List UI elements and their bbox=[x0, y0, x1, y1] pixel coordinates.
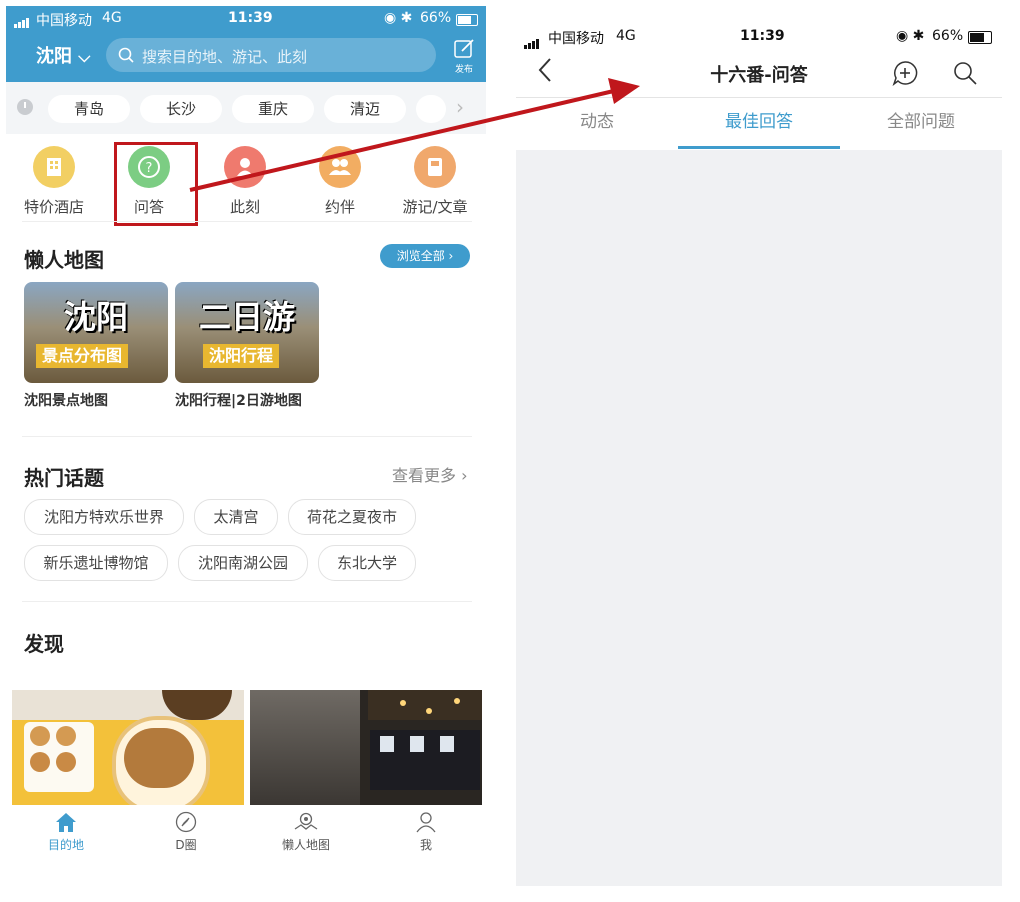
annotation-arrow bbox=[189, 78, 640, 192]
